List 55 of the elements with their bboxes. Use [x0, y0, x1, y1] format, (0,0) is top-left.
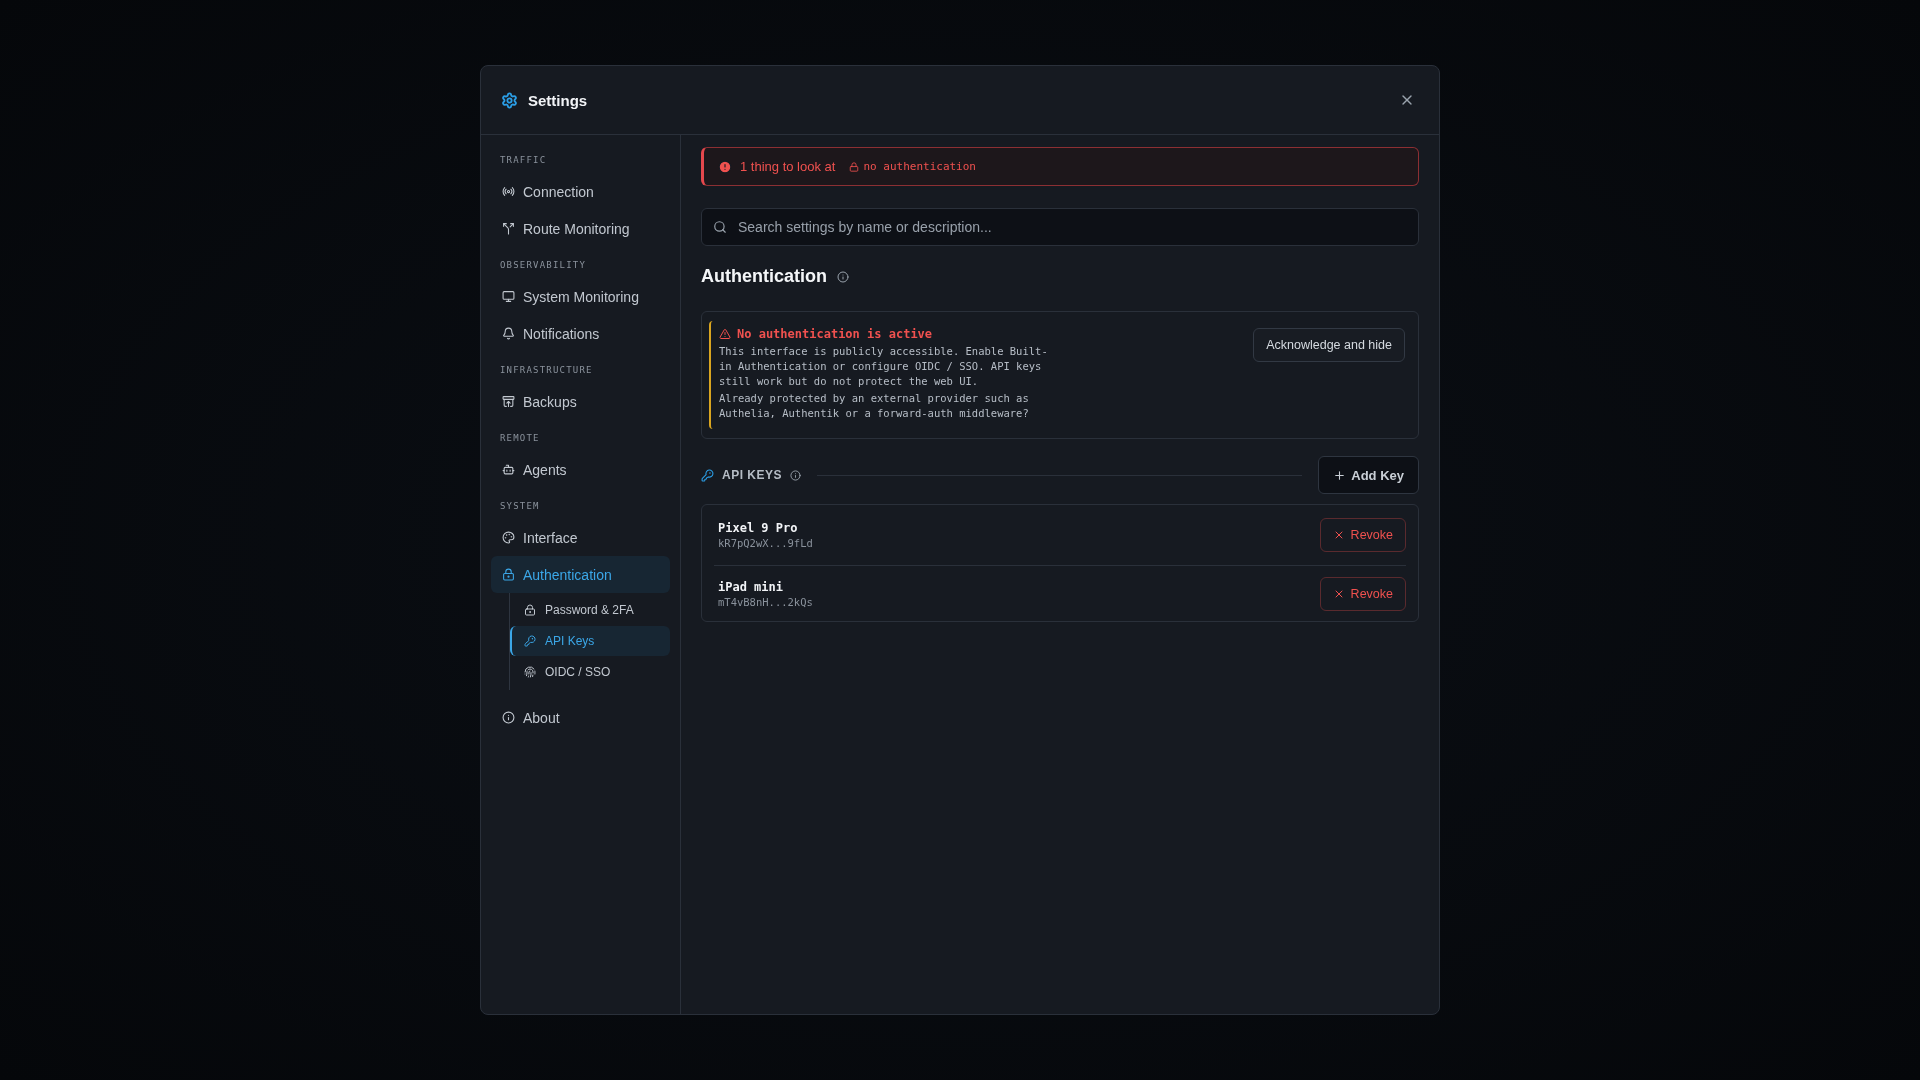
- lock-icon: [849, 161, 860, 172]
- sidebar-subitem[interactable]: API Keys: [510, 626, 670, 656]
- lock-icon: [524, 604, 536, 616]
- info-icon[interactable]: [837, 270, 849, 283]
- warning-text: Already protected by an external provider such as Authelia, Authentik or a forward-auth middleware?: [719, 391, 1030, 421]
- window-title: Settings: [528, 91, 589, 109]
- sidebar-item[interactable]: Interface: [491, 519, 670, 556]
- section-heading: OBSERVABILITY: [499, 259, 588, 272]
- key-name: iPad mini: [718, 579, 785, 594]
- section-title: Authentication: [701, 266, 827, 287]
- api-keys-heading: API KEYS: [722, 468, 782, 482]
- sidebar-item[interactable]: System Monitoring: [491, 278, 670, 315]
- section-heading: TRAFFIC: [499, 154, 548, 167]
- sidebar-subitem[interactable]: OIDC / SSO: [510, 657, 670, 687]
- sidebar-item[interactable]: Backups: [491, 383, 670, 420]
- monitor-icon: [502, 290, 515, 303]
- sidebar-item[interactable]: About: [491, 699, 670, 736]
- alert-icon: [718, 159, 732, 174]
- fingerprint-icon: [524, 666, 536, 678]
- robot-icon: [502, 463, 515, 476]
- section-heading: REMOTE: [499, 432, 541, 445]
- bell-icon: [502, 327, 515, 340]
- gear-icon: [501, 91, 518, 109]
- section-heading: SYSTEM: [499, 500, 541, 513]
- sidebar-subitem[interactable]: Password & 2FA: [510, 595, 670, 625]
- sidebar-item[interactable]: Authentication: [491, 556, 670, 593]
- lock-icon: [502, 568, 515, 581]
- key-name: Pixel 9 Pro: [718, 521, 799, 535]
- search-icon: [713, 220, 727, 234]
- info-icon: [502, 711, 515, 724]
- section-heading: INFRASTRUCTURE: [499, 364, 594, 377]
- palette-icon: [502, 531, 515, 544]
- acknowledge-button[interactable]: Acknowledge and hide: [1253, 328, 1405, 362]
- sidebar-item[interactable]: Agents: [491, 451, 670, 488]
- revoke-button[interactable]: Revoke: [1319, 576, 1406, 611]
- split-icon: [502, 222, 515, 235]
- key-value: kR7pQ2wX...9fLd: [718, 537, 814, 549]
- warning-text: This interface is publicly accessible. Enable Built-in Authentication or configure OIDC / SSO. API keys still work but do not protect the web UI.: [719, 344, 1049, 389]
- sidebar-item[interactable]: Notifications: [491, 315, 670, 352]
- issue-tag[interactable]: no authentication: [849, 160, 976, 173]
- key-value: mT4vB8nH...2kQs: [718, 595, 814, 608]
- radio-icon: [502, 185, 515, 198]
- warning-icon: [719, 328, 731, 340]
- sidebar-item[interactable]: Connection: [491, 173, 670, 210]
- warning-title: No authentication is active: [737, 327, 933, 341]
- sidebar-item[interactable]: Route Monitoring: [491, 210, 670, 247]
- add-key-button[interactable]: Add Key: [1318, 456, 1419, 494]
- revoke-button[interactable]: Revoke: [1319, 518, 1406, 552]
- issues-count: 1 thing to look at: [740, 159, 836, 174]
- key-icon: [524, 635, 536, 647]
- archive-icon: [502, 395, 515, 408]
- info-icon[interactable]: [790, 469, 801, 481]
- plus-icon: [1333, 468, 1347, 482]
- search-field[interactable]: Search settings by name or description...: [701, 208, 1419, 246]
- key-icon: [701, 468, 714, 482]
